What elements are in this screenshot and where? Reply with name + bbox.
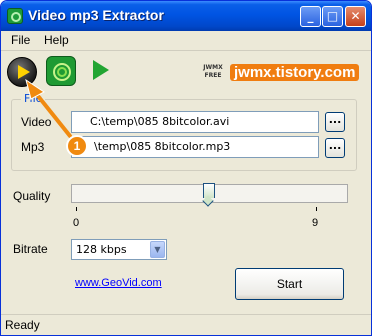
play-icon[interactable] — [93, 60, 109, 80]
maximize-button[interactable]: □ — [322, 6, 343, 27]
video-path-field[interactable]: C:\temp\085 8bitcolor.avi — [71, 111, 319, 133]
play-circle-icon[interactable] — [7, 57, 37, 87]
bitrate-select[interactable]: 128 kbps ▼ — [71, 239, 167, 260]
file-groupbox — [11, 99, 357, 171]
close-button[interactable]: ✕ — [345, 6, 366, 27]
title-bar[interactable]: Video mp3 Extractor _ □ ✕ — [1, 1, 371, 31]
start-button[interactable]: Start — [235, 268, 344, 300]
mp3-path-field[interactable]: \temp\085 8bitcolor.mp3 — [71, 136, 319, 158]
callout-number-badge: 1 — [66, 135, 88, 157]
mp3-label: Mp3 — [21, 140, 45, 154]
quality-label: Quality — [13, 189, 51, 203]
free-badge: JWMX FREE — [203, 64, 223, 79]
bitrate-label: Bitrate — [13, 242, 48, 256]
quality-slider-thumb[interactable] — [203, 183, 215, 205]
file-group-legend: File — [21, 92, 46, 105]
brand-text: jwmx.tistory.com — [230, 64, 360, 81]
menu-file[interactable]: File — [11, 33, 30, 47]
menu-bar: File Help — [1, 31, 371, 51]
swirl-icon[interactable] — [46, 56, 76, 86]
quality-min-label: 0 — [73, 217, 80, 229]
quality-max-label: 9 — [312, 217, 319, 229]
minimize-button[interactable]: _ — [300, 6, 321, 27]
mp3-browse-button[interactable]: ... — [325, 138, 345, 158]
status-bar: Ready — [1, 314, 371, 335]
slider-tick — [76, 207, 77, 211]
geovid-link[interactable]: www.GeoVid.com — [75, 277, 162, 289]
chevron-down-icon[interactable]: ▼ — [150, 241, 165, 258]
video-label: Video — [21, 115, 52, 129]
window-title: Video mp3 Extractor — [28, 7, 164, 23]
bitrate-selected-value: 128 kbps — [76, 243, 127, 256]
status-text: Ready — [5, 318, 40, 332]
slider-tick — [316, 207, 317, 211]
video-browse-button[interactable]: ... — [325, 112, 345, 132]
app-icon — [7, 8, 23, 24]
menu-help[interactable]: Help — [44, 33, 69, 47]
app-window: Video mp3 Extractor _ □ ✕ File Help JWMX… — [0, 0, 372, 336]
